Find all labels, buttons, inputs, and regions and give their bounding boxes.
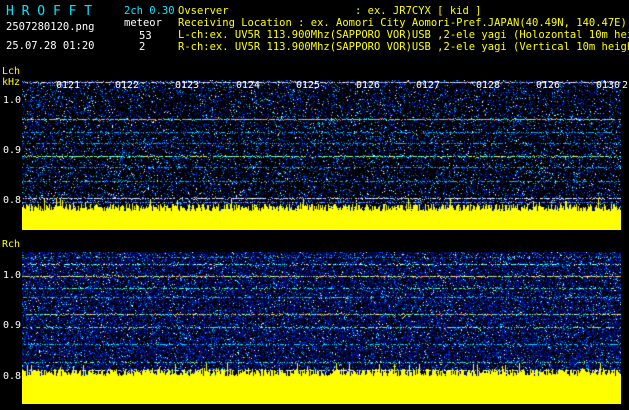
lch-end-mark: 2: [622, 80, 629, 91]
filename-label: 2507280120.png: [6, 21, 95, 33]
lch-channel-label: Lch: [2, 66, 21, 77]
rch-waterfall[interactable]: [22, 252, 621, 404]
version-label: 2ch 0.30: [124, 5, 175, 17]
lch-time-mark: 0126: [356, 80, 381, 91]
rch-receiver-info: R-ch:ex. UV5R 113.900Mhz(SAPPORO VOR)USB…: [178, 41, 629, 53]
lch-time-mark: 0130: [596, 80, 621, 91]
lch-time-mark: 0127: [416, 80, 441, 91]
lch-time-mark: 0121: [56, 80, 81, 91]
app-logo: H R O F F T: [6, 4, 93, 19]
lch-time-mark: 0126: [536, 80, 561, 91]
lch-ytick-0-9: 0.9: [3, 145, 22, 156]
rch-ytick-0-8: 0.8: [3, 371, 22, 382]
lch-ytick-1-0: 1.0: [3, 95, 22, 106]
rch-ytick-1-0: 1.0: [3, 270, 22, 281]
lch-meteor-count: 53: [139, 30, 152, 42]
lch-ytick-0-8: 0.8: [3, 195, 22, 206]
lch-receiver-info: L-ch:ex. UV5R 113.900Mhz(SAPPORO VOR)USB…: [178, 29, 629, 41]
lch-waterfall[interactable]: [22, 80, 621, 230]
lch-time-mark: 0128: [476, 80, 501, 91]
lch-time-mark: 0125: [296, 80, 321, 91]
lch-time-mark: 0122: [115, 80, 140, 91]
datetime-label: 25.07.28 01:20: [6, 40, 95, 52]
lch-time-mark: 0124: [236, 80, 261, 91]
meteor-label: meteor: [124, 17, 162, 29]
location-info: Receiving Location : ex. Aomori City Aom…: [178, 17, 627, 29]
rch-meteor-count: 2: [139, 41, 146, 53]
observer-info: Ovserver : ex. JR7CYX [ kid ]: [178, 5, 482, 17]
lch-time-mark: 0123: [175, 80, 200, 91]
rch-channel-label: Rch: [2, 239, 21, 250]
rch-ytick-0-9: 0.9: [3, 320, 22, 331]
lch-unit-label: kHz: [2, 77, 21, 88]
